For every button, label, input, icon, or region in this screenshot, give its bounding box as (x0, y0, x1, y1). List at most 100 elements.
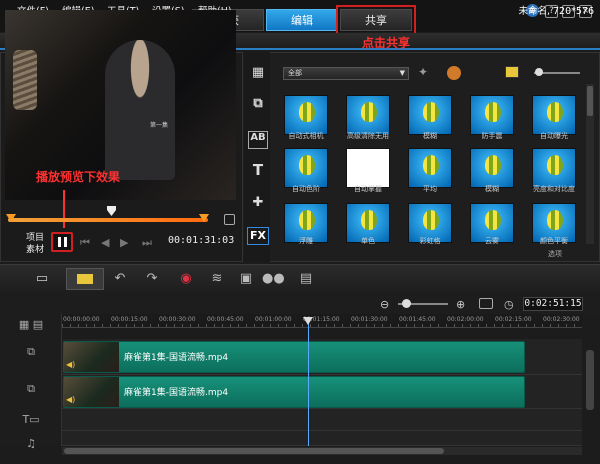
preview-timecode[interactable]: 00:01:31:03 (168, 235, 234, 246)
timeline-timecode[interactable]: 0:02:51:15 (523, 297, 583, 311)
fit-project-icon[interactable] (479, 298, 493, 309)
transition-icon[interactable]: ⧉ (248, 96, 268, 114)
ruler-tick-label: 00:02:30:00 (543, 316, 580, 323)
balloon-icon (361, 102, 377, 122)
clip-label: 麻雀第1集-国语流畅.mp4 (124, 388, 229, 398)
redo-icon[interactable]: ↷ (142, 271, 162, 287)
effect-thumbnail[interactable] (470, 148, 514, 188)
mode-clip-label[interactable]: 素材 (26, 242, 44, 255)
effect-label: 防手震 (481, 132, 503, 140)
annotation-arrow (63, 190, 65, 228)
zoom-out-icon[interactable]: ⊖ (380, 298, 389, 311)
balloon-icon (547, 155, 563, 175)
audio-icon: ◀) (66, 360, 76, 369)
video-subtitle: 第一集 (150, 122, 169, 129)
trim-start-marker[interactable] (6, 214, 16, 222)
timeline-playhead[interactable] (308, 318, 309, 446)
effect-label: 亮度和对比度 (533, 185, 575, 193)
timeline-vscroll[interactable] (586, 350, 594, 410)
ruler-tick-label: 00:00:00:00 (63, 316, 100, 323)
effect-thumbnail[interactable] (284, 148, 328, 188)
view-toggle-icon[interactable] (505, 66, 519, 78)
video-frame-person (105, 40, 175, 180)
balloon-icon (299, 102, 315, 122)
effect-thumbnail[interactable] (284, 95, 328, 135)
music-track-icon[interactable]: ♫ (16, 437, 46, 455)
balloon-icon (485, 210, 501, 230)
effect-thumbnail[interactable] (346, 148, 390, 188)
effect-thumbnail[interactable] (408, 148, 452, 188)
music-track (62, 431, 582, 446)
motion-track-icon[interactable]: ▣ (236, 271, 256, 287)
effect-thumbnail[interactable] (408, 95, 452, 135)
video-track-icon[interactable]: ⧉ (16, 345, 46, 363)
zoom-in-icon[interactable]: ⊕ (456, 298, 465, 311)
balloon-icon (423, 210, 439, 230)
fx-icon[interactable]: FX (247, 227, 269, 245)
overlay-track-icon[interactable]: ⧉ (16, 382, 46, 400)
multi-trim-icon[interactable]: ●● (262, 271, 285, 287)
effect-label: 单色 (361, 237, 375, 245)
prev-frame-icon[interactable]: ◀ (101, 236, 109, 249)
clip-video[interactable]: ◀) 麻雀第1集-国语流畅.mp4 (63, 341, 525, 373)
ruler-tick-label: 00:01:45:00 (399, 316, 436, 323)
ruler-tick-label: 00:00:45:00 (207, 316, 244, 323)
ruler-tick-label: 00:00:30:00 (159, 316, 196, 323)
balloon-icon (485, 155, 501, 175)
library-scroll-thumb[interactable] (587, 86, 593, 116)
effect-thumbnail[interactable] (470, 95, 514, 135)
ruler-tick-label: 00:00:15:00 (111, 316, 148, 323)
ruler-tick-label: 00:01:00:00 (255, 316, 292, 323)
timeline-view-icon (77, 274, 93, 284)
clock-icon: ◷ (504, 298, 514, 311)
annotation-click-share: 点击共享 (362, 36, 411, 50)
thumb-size-knob[interactable] (535, 68, 543, 76)
trim-end-marker[interactable] (199, 214, 209, 222)
zoom-knob[interactable] (402, 299, 411, 308)
effect-label: 浮雕 (299, 237, 313, 245)
track-manager-icon[interactable]: ▦ ▤ (16, 318, 46, 336)
effect-label: 模糊 (423, 132, 437, 140)
graphic-icon[interactable]: ✚ (248, 195, 268, 213)
audio-mixer-icon[interactable]: ≋ (207, 271, 227, 287)
media-icon[interactable]: ▦ (248, 65, 268, 83)
storyboard-view-icon[interactable]: ▭ (32, 271, 52, 287)
effect-thumbnail[interactable] (532, 148, 576, 188)
effect-thumbnail[interactable] (346, 95, 390, 135)
effect-label: 云雾 (485, 237, 499, 245)
effects-filter-icon[interactable] (447, 66, 461, 80)
effect-label: 自动曝光 (540, 132, 568, 140)
effect-thumbnail[interactable] (532, 95, 576, 135)
record-icon[interactable]: ◉ (176, 271, 196, 287)
category-dropdown[interactable]: 全部 (283, 67, 409, 80)
title-icon[interactable]: AB (248, 131, 268, 149)
balloon-icon (547, 210, 563, 230)
fullscreen-icon[interactable] (224, 214, 235, 225)
timeline-hscroll-thumb[interactable] (64, 448, 444, 454)
pause-icon (58, 237, 61, 247)
undo-icon[interactable]: ↶ (110, 271, 130, 287)
title-track-icon[interactable]: T▭ (16, 413, 46, 431)
tab-edit[interactable]: 编辑 (266, 9, 338, 31)
title-track (62, 409, 582, 431)
clip-overlay[interactable]: ◀) 麻雀第1集-国语流畅.mp4 (63, 376, 525, 408)
ruler-tick-label: 00:01:30:00 (351, 316, 388, 323)
balloon-icon (547, 102, 563, 122)
tab-share[interactable]: 共享 (336, 5, 416, 35)
go-end-icon[interactable]: ⏭ (142, 236, 152, 250)
go-start-icon[interactable]: ⏮ (80, 236, 90, 250)
subtitle-icon[interactable]: ▤ (296, 271, 316, 287)
rope-prop (13, 50, 37, 110)
add-favorite-icon[interactable]: ✦ (418, 65, 428, 79)
effect-label: 平均 (423, 185, 437, 193)
audio-icon: ◀) (66, 395, 76, 404)
next-frame-icon[interactable]: ▶ (120, 236, 128, 249)
options-button[interactable]: 选项 (548, 249, 562, 259)
scrub-bar[interactable] (8, 218, 208, 222)
pause-button[interactable] (51, 232, 73, 252)
text-icon[interactable]: T (248, 161, 268, 179)
balloon-icon (485, 102, 501, 122)
effect-label: 颜色平衡 (540, 237, 568, 245)
balloon-icon (299, 155, 315, 175)
ruler-tick-label: 00:02:15:00 (495, 316, 532, 323)
